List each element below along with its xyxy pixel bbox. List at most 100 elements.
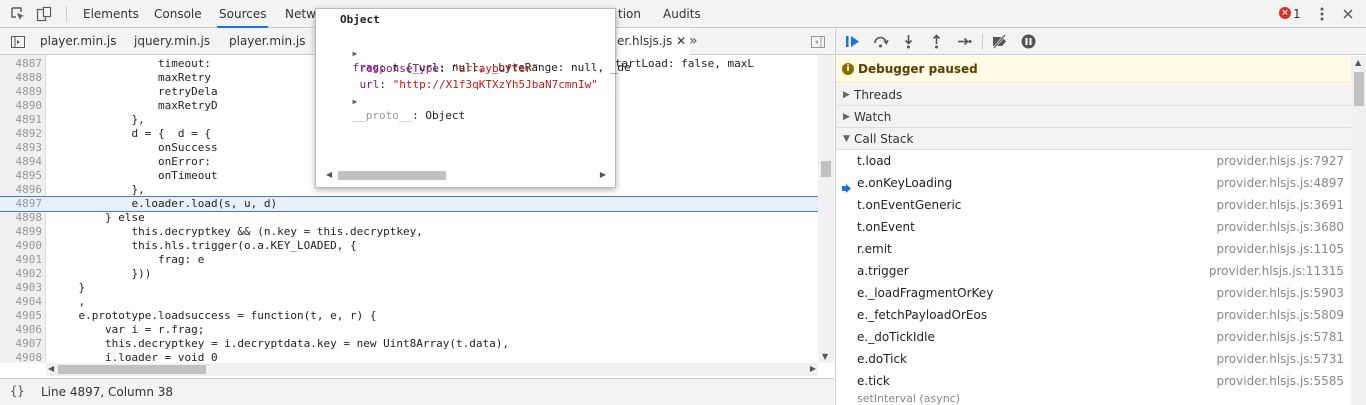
frame-location[interactable]: provider.hlsjs.js:3680 [1217, 216, 1344, 238]
call-frame[interactable]: r.emit provider.hlsjs.js:1105 [836, 238, 1351, 260]
expand-arrow-icon[interactable]: ▶ [353, 97, 358, 106]
error-icon[interactable]: × [1279, 7, 1291, 19]
frame-location[interactable]: provider.hlsjs.js:7927 [1217, 150, 1344, 172]
toggle-debugger-icon[interactable] [810, 34, 826, 50]
line-number[interactable]: 4906 [0, 323, 43, 337]
line-number[interactable]: 4888 [0, 71, 43, 85]
step-out-icon[interactable] [928, 33, 945, 50]
call-frame[interactable]: e._doTickIdle provider.hlsjs.js:5781 [836, 326, 1351, 348]
line-number[interactable]: 4891 [0, 113, 43, 127]
file-tab[interactable]: player.min.js [40, 28, 116, 55]
code-line[interactable]: 4900 this.hls.trigger(o.a.KEY_LOADED, { [0, 239, 818, 253]
file-tab[interactable]: jquery.min.js [134, 28, 210, 55]
line-number[interactable]: 4902 [0, 267, 43, 281]
object-preview-popover[interactable]: Object ▶ frag: t {_url: null, _byteRange… [315, 8, 631, 188]
line-number[interactable]: 4896 [0, 183, 43, 197]
frame-location[interactable]: provider.hlsjs.js:3691 [1217, 194, 1344, 216]
call-frame[interactable]: t.load provider.hlsjs.js:7927 [836, 150, 1351, 172]
tab-console[interactable]: Console [152, 0, 204, 28]
call-frame[interactable]: e.onKeyLoading provider.hlsjs.js:4897 [836, 172, 1351, 194]
step-icon[interactable] [956, 33, 973, 50]
popover-scrollbar[interactable]: ◀ ▶ [326, 169, 610, 182]
error-count[interactable]: 1 [1293, 0, 1301, 28]
editor-vertical-scrollbar[interactable]: ▼ [818, 55, 834, 363]
tab-application[interactable]: tion [616, 0, 643, 28]
section-watch[interactable]: ▶ Watch [836, 106, 1351, 128]
pretty-print-icon[interactable]: {} [10, 384, 24, 398]
frame-location[interactable]: provider.hlsjs.js:5781 [1217, 326, 1344, 348]
frame-location[interactable]: provider.hlsjs.js:1105 [1217, 238, 1344, 260]
code-line[interactable]: 4902 })) [0, 267, 818, 281]
code-line[interactable]: 4905 e.prototype.loadsuccess = function(… [0, 309, 818, 323]
frame-location[interactable]: provider.hlsjs.js:5903 [1217, 282, 1344, 304]
tab-network[interactable]: Netw [283, 0, 318, 28]
line-number[interactable]: 4887 [0, 57, 43, 71]
code-line[interactable]: 4904 , [0, 295, 818, 309]
step-over-icon[interactable] [872, 33, 889, 50]
tab-sources[interactable]: Sources [217, 0, 269, 28]
code-line[interactable]: 4906 var i = r.frag; [0, 323, 818, 337]
scroll-up-icon[interactable]: ▲ [1355, 58, 1361, 67]
device-toolbar-icon[interactable] [36, 6, 52, 22]
call-frame[interactable]: t.onEventGeneric provider.hlsjs.js:3691 [836, 194, 1351, 216]
line-number[interactable]: 4899 [0, 225, 43, 239]
inspect-element-icon[interactable] [10, 6, 26, 22]
pause-on-exceptions-icon[interactable] [1020, 33, 1037, 50]
close-tab-icon[interactable]: ✕ [676, 28, 686, 55]
call-frame[interactable]: e.tick provider.hlsjs.js:5585 [836, 370, 1351, 392]
call-frame[interactable]: e._loadFragmentOrKey provider.hlsjs.js:59… [836, 282, 1351, 304]
call-frame[interactable]: t.onEvent provider.hlsjs.js:3680 [836, 216, 1351, 238]
tab-audits[interactable]: Audits [661, 0, 703, 28]
scroll-thumb[interactable] [821, 161, 831, 177]
frame-location[interactable]: provider.hlsjs.js:5731 [1217, 348, 1344, 370]
frame-location[interactable]: provider.hlsjs.js:5585 [1217, 370, 1344, 392]
file-tab[interactable]: player.min.js [229, 28, 305, 55]
resume-icon[interactable] [844, 33, 861, 50]
frame-location[interactable]: provider.hlsjs.js:5809 [1217, 304, 1344, 326]
line-number[interactable]: 4889 [0, 85, 43, 99]
line-number[interactable]: 4903 [0, 281, 43, 295]
line-number[interactable]: 4894 [0, 155, 43, 169]
code-line[interactable]: 4903 } [0, 281, 818, 295]
kebab-menu-icon[interactable] [1314, 6, 1330, 22]
call-frame[interactable]: e._fetchPayloadOrEos provider.hlsjs.js:58… [836, 304, 1351, 326]
scroll-down-icon[interactable]: ▼ [822, 352, 828, 361]
code-line[interactable]: 4897 e.loader.load(s, u, d) [0, 196, 819, 212]
line-number[interactable]: 4892 [0, 127, 43, 141]
editor-horizontal-scrollbar[interactable]: ◀ ▶ [46, 363, 818, 376]
section-threads[interactable]: ▶ Threads [836, 84, 1351, 106]
scroll-right-icon[interactable]: ▶ [600, 170, 606, 179]
code-line[interactable]: 4898 } else [0, 211, 818, 225]
line-number[interactable]: 4905 [0, 309, 43, 323]
scroll-left-icon[interactable]: ◀ [48, 364, 54, 373]
scroll-left-icon[interactable]: ◀ [326, 170, 332, 179]
property-row-proto[interactable]: ▶ __proto__: Object [326, 80, 466, 137]
code-line[interactable]: 4907 this.decryptkey = i.decryptdata.key… [0, 337, 818, 351]
sidebar-scrollbar[interactable]: ▲ [1351, 56, 1366, 405]
deactivate-breakpoints-icon[interactable] [991, 33, 1008, 50]
more-tabs-icon[interactable]: » [689, 28, 698, 55]
line-number[interactable]: 4907 [0, 337, 43, 351]
line-number[interactable]: 4895 [0, 169, 43, 183]
line-number[interactable]: 4904 [0, 295, 43, 309]
scroll-thumb[interactable] [1354, 72, 1364, 106]
scroll-thumb[interactable] [58, 365, 206, 374]
tab-elements[interactable]: Elements [81, 0, 141, 28]
frame-location[interactable]: provider.hlsjs.js:4897 [1217, 172, 1344, 194]
code-line[interactable]: 4908 i.loader = void 0 [0, 351, 818, 363]
frame-location[interactable]: provider.hlsjs.js:11315 [1209, 260, 1344, 282]
scroll-right-icon[interactable]: ▶ [810, 364, 816, 373]
line-number[interactable]: 4900 [0, 239, 43, 253]
step-into-icon[interactable] [900, 33, 917, 50]
scroll-thumb[interactable] [338, 171, 446, 180]
call-frame[interactable]: e.doTick provider.hlsjs.js:5731 [836, 348, 1351, 370]
code-line[interactable]: 4901 frag: e [0, 253, 818, 267]
code-line[interactable]: 4899 this.decryptkey && (n.key = this.de… [0, 225, 818, 239]
call-frame[interactable]: a.trigger provider.hlsjs.js:11315 [836, 260, 1351, 282]
line-number[interactable]: 4893 [0, 141, 43, 155]
toggle-navigator-icon[interactable] [10, 34, 26, 50]
line-number[interactable]: 4897 [0, 197, 43, 211]
line-number[interactable]: 4898 [0, 211, 43, 225]
line-number[interactable]: 4890 [0, 99, 43, 113]
close-icon[interactable] [1340, 6, 1356, 22]
